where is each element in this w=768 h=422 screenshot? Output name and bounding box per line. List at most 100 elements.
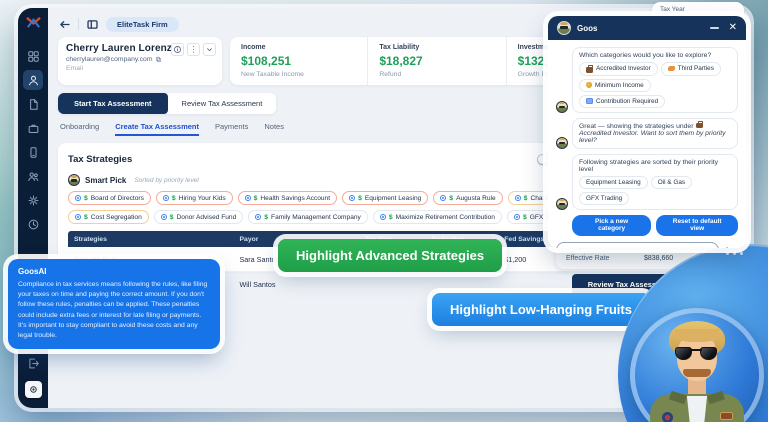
handshake-icon xyxy=(667,66,676,72)
dots-decoration xyxy=(726,252,743,255)
goos-avatar xyxy=(556,136,568,149)
send-button[interactable] xyxy=(725,246,738,248)
strategy-chip[interactable]: $ Family Management Company xyxy=(248,210,368,224)
firm-badge[interactable]: EliteTask Firm xyxy=(106,16,179,32)
chat-message-text: Following strategies are sorted by their… xyxy=(579,158,719,173)
back-button[interactable] xyxy=(58,18,71,31)
smart-pick-subtitle: Sorted by priority level xyxy=(134,176,199,184)
smart-pick-label: Smart Pick xyxy=(85,175,127,185)
chat-message: Which categories would you like to explo… xyxy=(556,47,738,113)
chat-input-row xyxy=(556,241,738,248)
chat-body: Which categories would you like to explo… xyxy=(548,40,746,248)
stat-tax-liability: Tax Liability $18,827 Refund xyxy=(367,37,505,85)
strategy-chip[interactable]: $ Augusta Rule xyxy=(433,191,503,205)
team-icon[interactable] xyxy=(23,166,43,186)
tab-create-tax-assessment[interactable]: Create Tax Assessment xyxy=(115,122,199,136)
strategy-chip[interactable]: $ Board of Directors xyxy=(68,191,151,205)
highlight-low-hanging-fruits-button[interactable]: Highlight Low-Hanging Fruits xyxy=(432,293,650,326)
client-email: cherrylauren@company.com xyxy=(66,56,214,63)
dollar-icon: $ xyxy=(253,194,258,202)
target-icon xyxy=(75,214,81,220)
mobile-icon[interactable] xyxy=(23,142,43,162)
collapse-chevron-button[interactable] xyxy=(203,43,216,56)
goos-avatar xyxy=(68,174,80,186)
dollar-icon: $ xyxy=(169,213,174,221)
strategy-chip[interactable]: $ Cost Segregation xyxy=(68,210,149,224)
dashboard-icon[interactable] xyxy=(23,46,43,66)
category-chip[interactable]: Accredited Investor xyxy=(579,62,658,76)
dollar-icon: $ xyxy=(449,194,454,202)
info-button[interactable] xyxy=(171,43,184,56)
category-chip[interactable]: Third Parties xyxy=(660,62,721,76)
chat-message: Great — showing the strategies under Acc… xyxy=(556,117,738,149)
strategy-chip[interactable]: $ Hiring Your Kids xyxy=(155,191,233,205)
dollar-icon: $ xyxy=(84,194,88,202)
send-icon xyxy=(726,246,730,248)
chat-message-text: Great — showing the strategies under xyxy=(579,122,694,130)
chat-message-text: Which categories would you like to explo… xyxy=(579,52,712,59)
strategy-chip[interactable]: GFX Trading xyxy=(579,191,630,205)
mascot-mustache xyxy=(683,369,711,377)
logout-icon[interactable] xyxy=(23,353,43,373)
highlight-advanced-strategies-button[interactable]: Highlight Advanced Strategies xyxy=(278,239,503,272)
app-logo-icon xyxy=(25,16,41,28)
tax-year-label: Tax Year xyxy=(660,6,685,13)
target-icon xyxy=(255,214,262,220)
strategy-chip[interactable]: $ Equipment Leasing xyxy=(342,191,429,205)
copy-icon[interactable] xyxy=(155,56,162,63)
dollar-icon: $ xyxy=(358,194,362,202)
category-chip[interactable]: Minimum Income xyxy=(579,78,651,92)
strategy-chip[interactable]: Oil & Gas xyxy=(650,175,693,189)
goos-avatar xyxy=(556,197,568,210)
tax-strategies-title: Tax Strategies xyxy=(68,154,133,165)
target-icon xyxy=(514,195,521,201)
goosai-tooltip: GoosAI Compliance in tax services means … xyxy=(8,259,220,350)
kebab-menu-button[interactable]: ⋮ xyxy=(187,43,200,56)
dollar-icon: $ xyxy=(523,194,528,202)
chat-title: Goos xyxy=(577,23,598,33)
pick-new-category-button[interactable]: Pick a new category xyxy=(572,214,652,236)
target-icon xyxy=(349,195,356,201)
bot-launcher-button[interactable] xyxy=(24,381,42,398)
goos-avatar xyxy=(556,100,568,113)
assessment-toggle-group: Start Tax Assessment Review Tax Assessme… xyxy=(58,93,277,114)
target-icon xyxy=(440,195,447,201)
clients-icon[interactable] xyxy=(23,70,43,90)
tab-onboarding[interactable]: Onboarding xyxy=(60,122,99,136)
topbar-divider xyxy=(78,18,79,30)
strategy-chip[interactable]: $ Health Savings Account xyxy=(237,191,338,205)
briefcase-icon xyxy=(586,65,593,73)
tab-payments[interactable]: Payments xyxy=(215,122,248,136)
strategy-chip[interactable]: Equipment Leasing xyxy=(579,175,648,189)
chat-panel: Goos ✕ Which categories would you like t… xyxy=(548,16,746,248)
history-icon[interactable] xyxy=(23,214,43,234)
goosai-title: GoosAI xyxy=(18,267,47,276)
target-icon xyxy=(513,214,520,220)
dollar-icon: $ xyxy=(264,213,269,221)
settings-icon[interactable] xyxy=(23,190,43,210)
desktop-background: EliteTask Firm Cherry Lauren Lorenzo che… xyxy=(0,0,768,422)
documents-icon[interactable] xyxy=(23,94,43,114)
target-icon xyxy=(244,195,251,201)
strategy-chip[interactable]: $ Donor Advised Fund xyxy=(153,210,244,224)
briefcase-icon[interactable] xyxy=(23,118,43,138)
goosai-body: Compliance in tax services means followi… xyxy=(18,281,208,339)
panel-toggle-icon[interactable] xyxy=(86,18,99,31)
start-tax-assessment-button[interactable]: Start Tax Assessment xyxy=(58,93,168,114)
dollar-icon: $ xyxy=(388,213,393,221)
tab-notes[interactable]: Notes xyxy=(264,122,284,136)
minimize-icon[interactable] xyxy=(709,27,719,29)
target-icon xyxy=(379,214,386,220)
client-email-label: Email xyxy=(66,65,83,72)
reset-default-view-button[interactable]: Reset to default view xyxy=(656,214,738,236)
dollar-icon: $ xyxy=(522,213,527,221)
chat-actions: Pick a new category Reset to default vie… xyxy=(556,214,738,236)
chat-message-text: Accredited Investor. Want to sort them b… xyxy=(579,129,726,144)
dollar-icon: $ xyxy=(84,213,88,221)
category-chip[interactable]: Contribution Required xyxy=(579,94,666,108)
dollar-icon: $ xyxy=(171,194,176,202)
close-icon[interactable]: ✕ xyxy=(729,23,737,33)
chat-input[interactable] xyxy=(556,241,719,248)
review-tax-assessment-button[interactable]: Review Tax Assessment xyxy=(167,93,277,114)
strategy-chip[interactable]: $ Maximize Retirement Contribution xyxy=(372,210,502,224)
